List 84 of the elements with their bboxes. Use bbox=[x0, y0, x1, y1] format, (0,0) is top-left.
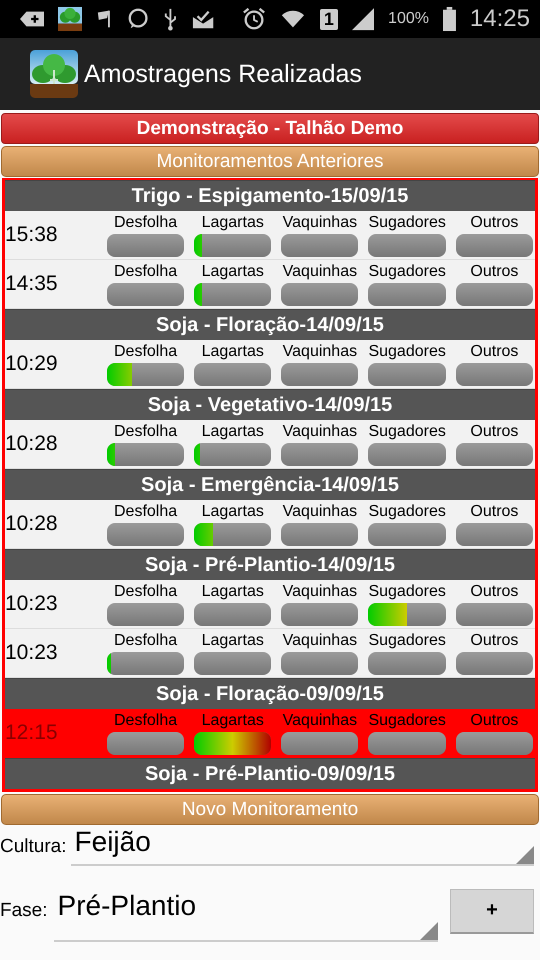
sample-time: 10:29 bbox=[5, 352, 59, 376]
tag-plus-icon bbox=[20, 9, 44, 29]
meter-label: Outros bbox=[470, 632, 518, 650]
meter-label: Outros bbox=[470, 262, 518, 280]
meter-label: Desfolha bbox=[114, 582, 178, 600]
meter-label: Lagartas bbox=[202, 422, 264, 440]
meter-label: Sugadores bbox=[368, 632, 446, 650]
group-header[interactable]: Soja - Vegetativo-14/09/15 bbox=[5, 389, 535, 420]
meter-label: Lagartas bbox=[202, 502, 264, 520]
meter-label: Vaquinhas bbox=[282, 342, 358, 360]
meter-label: Desfolha bbox=[114, 712, 178, 730]
chat-bubble-icon bbox=[126, 7, 149, 31]
meter-label: Sugadores bbox=[368, 712, 446, 730]
sample-time: 10:28 bbox=[5, 512, 59, 536]
battery-percentage: 100% bbox=[388, 10, 429, 28]
group-header[interactable]: Soja - Emergência-14/09/15 bbox=[5, 469, 535, 500]
field-label: Fase: bbox=[0, 900, 48, 922]
meter-label: Lagartas bbox=[202, 262, 264, 280]
alarm-clock-icon bbox=[242, 6, 266, 32]
meter-label: Vaquinhas bbox=[282, 632, 358, 650]
sim-slot-indicator: 1 bbox=[320, 8, 338, 30]
phase-dropdown[interactable]: Pré-Plantio bbox=[54, 880, 438, 942]
clock: 14:25 bbox=[470, 5, 530, 33]
sample-time: 10:28 bbox=[5, 432, 59, 456]
meter-label: Lagartas bbox=[202, 582, 264, 600]
usb-icon bbox=[162, 6, 178, 32]
add-button[interactable]: + bbox=[450, 888, 534, 934]
sample-time: 10:23 bbox=[5, 592, 59, 616]
meter-label: Sugadores bbox=[368, 262, 446, 280]
meter-label: Vaquinhas bbox=[282, 502, 358, 520]
meter-label: Desfolha bbox=[114, 632, 178, 650]
meter-label: Sugadores bbox=[368, 342, 446, 360]
meter-label: Sugadores bbox=[368, 582, 446, 600]
meter-label: Sugadores bbox=[368, 422, 446, 440]
meter-label: Vaquinhas bbox=[282, 422, 358, 440]
meter-label: Outros bbox=[470, 712, 518, 730]
sample-row[interactable]: 15:38 Desfolha Lagartas Vaquinhas Sugadores Outros bbox=[5, 211, 535, 260]
battery-icon bbox=[442, 6, 456, 32]
dropdown-arrow-icon bbox=[420, 922, 438, 940]
sample-row[interactable]: 10:28 Desfolha Lagartas Vaquinhas Sugadores Outros bbox=[5, 500, 535, 549]
meter-label: Lagartas bbox=[202, 632, 264, 650]
group-header[interactable]: Soja - Floração-09/09/15 bbox=[5, 678, 535, 709]
sample-time: 10:23 bbox=[5, 641, 59, 665]
app-title: Amostragens Realizadas bbox=[84, 60, 362, 88]
group-header[interactable]: Soja - Floração-14/09/15 bbox=[5, 309, 535, 340]
sample-time: 12:15 bbox=[5, 721, 59, 745]
sample-time: 15:38 bbox=[5, 223, 59, 247]
meter-label: Desfolha bbox=[114, 422, 178, 440]
field-label: Cultura: bbox=[0, 836, 67, 859]
group-header[interactable]: Soja - Pré-Plantio-09/09/15 bbox=[5, 758, 535, 789]
crop-dropdown[interactable]: Feijão bbox=[70, 826, 534, 866]
group-header[interactable]: Soja - Pré-Plantio-14/09/15 bbox=[5, 549, 535, 580]
dropdown-arrow-icon bbox=[516, 846, 534, 864]
sample-row[interactable]: 10:23 Desfolha Lagartas Vaquinhas Sugadores Outros bbox=[5, 580, 535, 629]
meter-label: Vaquinhas bbox=[282, 262, 358, 280]
meter-label: Outros bbox=[470, 582, 518, 600]
sample-row[interactable]: 10:29 Desfolha Lagartas Vaquinhas Sugadores Outros bbox=[5, 340, 535, 389]
sample-row[interactable]: 10:28 Desfolha Lagartas Vaquinhas Sugadores Outros bbox=[5, 420, 535, 469]
signal-icon bbox=[352, 7, 374, 31]
meter-label: Sugadores bbox=[368, 502, 446, 520]
meter-label: Vaquinhas bbox=[282, 712, 358, 730]
meter-label: Lagartas bbox=[202, 214, 264, 232]
meter-label: Vaquinhas bbox=[282, 214, 358, 232]
meter-label: Desfolha bbox=[114, 214, 178, 232]
meter-label: Sugadores bbox=[368, 214, 446, 232]
meter-label: Desfolha bbox=[114, 342, 178, 360]
sample-time: 14:35 bbox=[5, 272, 59, 296]
meter-label: Outros bbox=[470, 214, 518, 232]
app-notification-icon bbox=[58, 6, 82, 32]
mail-check-icon bbox=[192, 8, 214, 30]
meter-label: Lagartas bbox=[202, 342, 264, 360]
meter-label: Vaquinhas bbox=[282, 582, 358, 600]
meter-label: Outros bbox=[470, 342, 518, 360]
meter-label: Lagartas bbox=[202, 712, 264, 730]
flag-icon bbox=[96, 8, 113, 30]
meter-label: Desfolha bbox=[114, 502, 178, 520]
meter-label: Outros bbox=[470, 422, 518, 440]
meter-label: Desfolha bbox=[114, 262, 178, 280]
app-logo-icon bbox=[30, 50, 78, 98]
sample-row[interactable]: 14:35 Desfolha Lagartas Vaquinhas Sugadores Outros bbox=[5, 260, 535, 309]
group-header[interactable]: Trigo - Espigamento-15/09/15 bbox=[5, 180, 535, 211]
sample-row[interactable]: 10:23 Desfolha Lagartas Vaquinhas Sugadores Outros bbox=[5, 629, 535, 678]
meter-label: Outros bbox=[470, 502, 518, 520]
field-banner: Demonstração - Talhão Demo bbox=[1, 113, 539, 144]
